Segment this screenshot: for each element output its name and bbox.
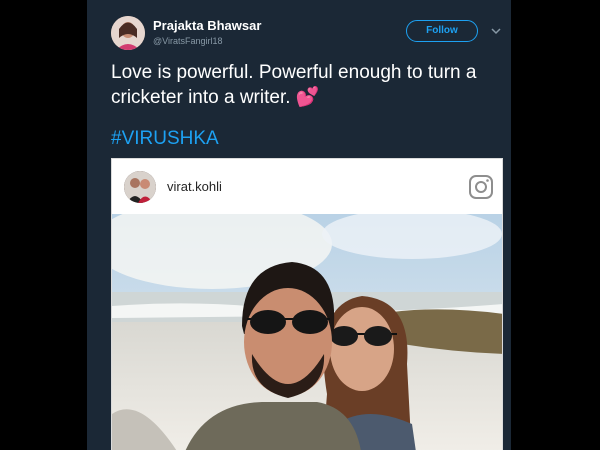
chevron-down-icon[interactable] — [490, 24, 502, 36]
two-hearts-emoji: 💕 — [295, 87, 320, 108]
instagram-embed[interactable]: virat.kohli — [111, 158, 503, 450]
right-background — [511, 0, 600, 450]
author-name[interactable]: Prajakta Bhawsar — [153, 18, 261, 33]
author-handle[interactable]: @ViratsFangirl18 — [153, 36, 223, 46]
embed-username[interactable]: virat.kohli — [167, 179, 222, 194]
tweet-text: Love is powerful. Powerful enough to tur… — [111, 60, 499, 110]
tweet-card: Prajakta Bhawsar @ViratsFangirl18 Follow… — [87, 0, 511, 450]
embed-photo[interactable] — [112, 199, 502, 450]
follow-button[interactable]: Follow — [406, 20, 478, 42]
left-background — [0, 0, 87, 450]
tweet-body: Love is powerful. Powerful enough to tur… — [111, 62, 477, 108]
hashtag-link[interactable]: #VIRUSHKA — [111, 128, 219, 150]
instagram-icon[interactable] — [468, 174, 494, 200]
embed-avatar[interactable] — [124, 171, 156, 203]
author-avatar[interactable] — [111, 16, 145, 50]
embed-header: virat.kohli — [112, 159, 502, 214]
